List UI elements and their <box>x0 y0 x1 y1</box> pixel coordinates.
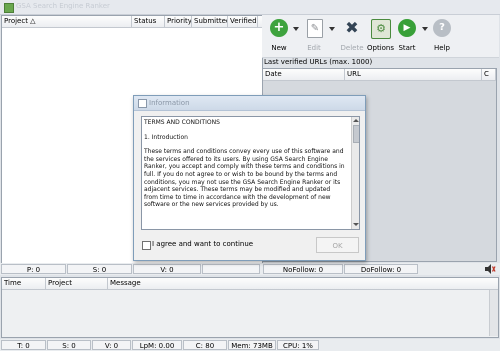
ok-button[interactable]: OK <box>316 237 359 253</box>
start-dropdown-arrow[interactable] <box>422 27 428 31</box>
terms-text: TERMS AND CONDITIONS 1. Introduction The… <box>144 119 346 216</box>
column-verified[interactable]: Verified <box>228 16 258 27</box>
dialog-title: Information <box>149 99 190 107</box>
status-mem: Mem: 73MB <box>228 340 276 350</box>
status-v-bottom: V: 0 <box>92 340 131 350</box>
status-cpu: CPU: 1% <box>277 340 319 350</box>
status-lpm: LpM: 0.00 <box>132 340 182 350</box>
scroll-thumb[interactable] <box>353 125 359 143</box>
plus-icon: + <box>270 19 288 37</box>
column-message[interactable]: Message <box>108 278 498 289</box>
status-bar-top: P: 0 S: 0 V: 0 NoFollow: 0 DoFollow: 0 <box>0 263 500 275</box>
log-table-header: Time Project Message <box>2 278 498 290</box>
terms-section-title: 1. Introduction <box>144 133 188 141</box>
column-project[interactable]: Project △ <box>2 16 132 27</box>
column-time[interactable]: Time <box>2 278 46 289</box>
terms-textbox[interactable]: TERMS AND CONDITIONS 1. Introduction The… <box>141 116 360 230</box>
terms-scrollbar[interactable] <box>351 117 359 229</box>
terms-paragraph: These terms and conditions convey every … <box>144 148 345 209</box>
title-bar: GSA Search Engine Ranker <box>0 0 500 15</box>
agree-checkbox[interactable] <box>142 241 151 250</box>
column-priority[interactable]: Priority <box>165 16 192 27</box>
delete-button[interactable]: ✖ Delete <box>339 19 365 55</box>
status-bar-bottom: T: 0 S: 0 V: 0 LpM: 0.00 C: 80 Mem: 73MB… <box>0 339 500 351</box>
column-submitted[interactable]: Submitted <box>192 16 228 27</box>
status-p: P: 0 <box>1 264 66 274</box>
agree-label[interactable]: I agree and want to continue <box>152 240 253 248</box>
options-button[interactable]: ⚙ Options <box>367 19 394 55</box>
status-spacer <box>202 264 260 274</box>
status-nofollow: NoFollow: 0 <box>263 264 343 274</box>
project-table-header: Project △ Status Priority Submitted Veri… <box>2 16 262 28</box>
column-c[interactable]: C <box>482 69 496 80</box>
status-s: S: 0 <box>67 264 132 274</box>
new-dropdown-arrow[interactable] <box>293 27 299 31</box>
terms-dialog: Information TERMS AND CONDITIONS 1. Intr… <box>133 95 366 261</box>
help-icon: ? <box>433 19 451 37</box>
options-icon: ⚙ <box>371 19 391 39</box>
log-table[interactable]: Time Project Message <box>1 277 499 338</box>
scroll-up-icon[interactable] <box>352 117 359 124</box>
status-s-bottom: S: 0 <box>47 340 91 350</box>
scroll-down-icon[interactable] <box>352 221 359 228</box>
column-url[interactable]: URL <box>345 69 482 80</box>
window-title: GSA Search Engine Ranker <box>16 2 110 10</box>
status-v: V: 0 <box>133 264 201 274</box>
help-button[interactable]: ? Help <box>430 19 454 55</box>
app-icon <box>4 3 14 13</box>
edit-dropdown-arrow[interactable] <box>329 27 335 31</box>
dialog-title-bar[interactable]: Information <box>134 96 365 111</box>
status-c: C: 80 <box>183 340 227 350</box>
log-scrollbar[interactable] <box>489 290 498 336</box>
edit-icon: ✎ <box>307 19 323 38</box>
column-status[interactable]: Status <box>132 16 165 27</box>
status-dofollow: DoFollow: 0 <box>344 264 418 274</box>
verified-urls-header: Date URL C <box>263 69 496 81</box>
status-t: T: 0 <box>1 340 46 350</box>
dialog-window-icon <box>138 99 147 108</box>
column-project[interactable]: Project <box>46 278 108 289</box>
verified-urls-caption: Last verified URLs (max. 1000) <box>264 58 373 66</box>
delete-icon: ✖ <box>345 18 359 37</box>
toolbar: + New ✎ Edit ✖ Delete ⚙ Options ▶ Start … <box>262 15 499 58</box>
edit-button[interactable]: ✎ Edit <box>302 19 326 55</box>
start-button[interactable]: ▶ Start <box>395 19 419 55</box>
speaker-icon[interactable] <box>484 264 496 274</box>
start-icon: ▶ <box>398 19 416 37</box>
column-date[interactable]: Date <box>263 69 345 80</box>
terms-heading: TERMS AND CONDITIONS <box>144 119 220 126</box>
new-button[interactable]: + New <box>268 19 290 55</box>
